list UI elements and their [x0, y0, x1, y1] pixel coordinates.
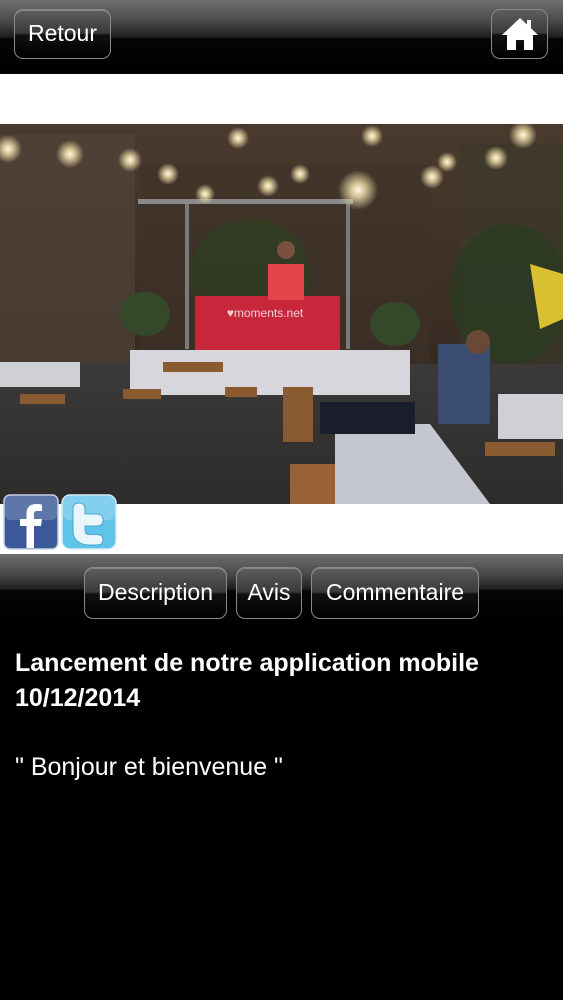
article-date: 10/12/2014	[15, 684, 141, 712]
facebook-icon[interactable]	[3, 494, 59, 550]
event-photo: ♥moments.net	[0, 124, 563, 504]
tab-avis[interactable]: Avis	[236, 567, 302, 619]
home-icon	[501, 18, 538, 50]
tab-description[interactable]: Description	[84, 567, 227, 619]
photo-top-margin	[0, 74, 563, 124]
twitter-icon[interactable]	[61, 494, 117, 550]
home-button[interactable]	[491, 9, 548, 59]
top-navigation-bar: Retour	[0, 0, 563, 74]
article-body: " Bonjour et bienvenue "	[15, 753, 283, 781]
article-title-line: Lancement de notre application mobile	[15, 649, 479, 677]
banner-text: ♥moments.net	[227, 306, 304, 320]
tab-bar: Description Avis Commentaire	[0, 554, 563, 624]
article-title: Lancement de notre application mobile 10…	[15, 646, 555, 716]
back-button[interactable]: Retour	[14, 9, 111, 59]
tab-commentaire[interactable]: Commentaire	[311, 567, 479, 619]
